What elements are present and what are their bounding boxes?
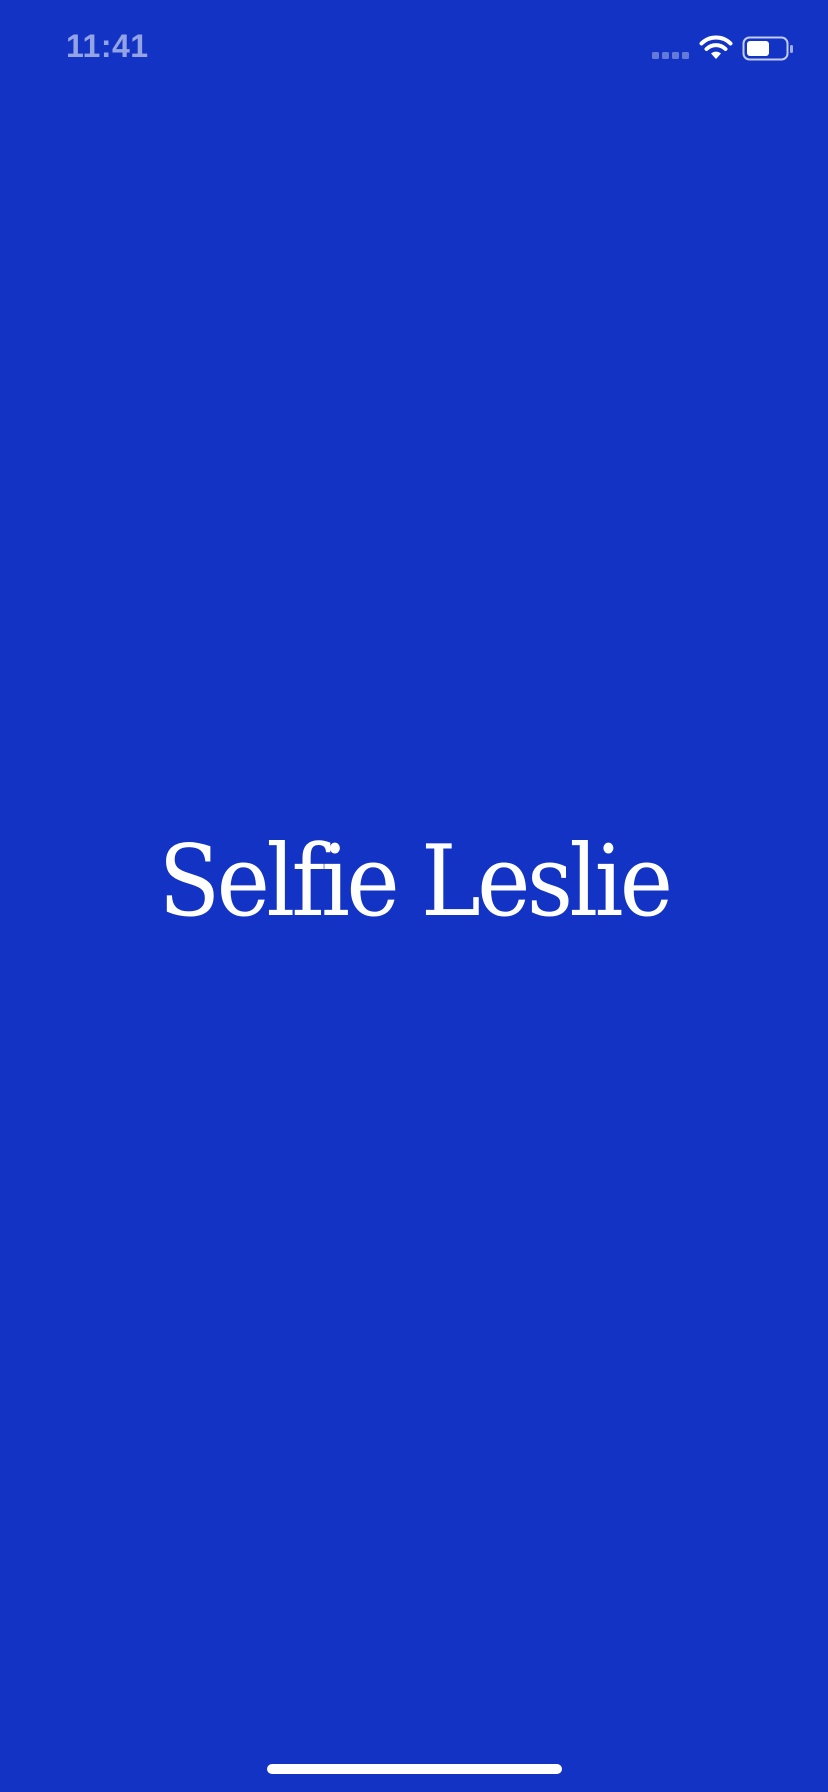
cellular-signal-icon (652, 52, 689, 59)
app-logo: Selfie Leslie (158, 825, 674, 939)
battery-icon (742, 36, 793, 61)
status-time: 11:41 (66, 28, 149, 64)
wifi-icon (699, 35, 733, 59)
status-bar: 11:41 (0, 0, 828, 100)
home-indicator[interactable] (267, 1764, 562, 1774)
